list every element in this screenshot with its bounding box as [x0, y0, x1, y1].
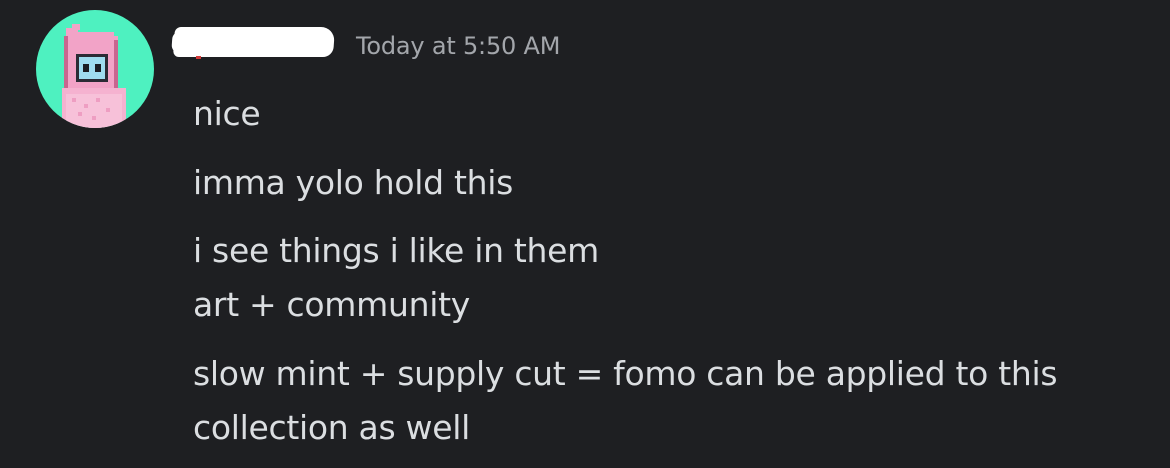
message-line: slow mint + supply cut = fomo can be app… — [193, 354, 1058, 393]
pink-hooded-pixel-character-icon — [62, 24, 126, 128]
message-line: nice — [193, 94, 261, 133]
message-line: collection as well — [193, 408, 470, 447]
message-line: i see things i like in them — [193, 231, 600, 270]
timestamp: Today at 5:50 AM — [356, 32, 561, 60]
chat-message: Today at 5:50 AM nice imma yolo hold thi… — [0, 0, 1170, 468]
message-line: art + community — [193, 285, 470, 324]
message-line: imma yolo hold this — [193, 163, 513, 202]
avatar[interactable] — [36, 10, 154, 128]
redaction-artifact — [196, 56, 201, 59]
username-redacted[interactable] — [172, 27, 336, 57]
message-header: Today at 5:50 AM — [172, 22, 874, 66]
